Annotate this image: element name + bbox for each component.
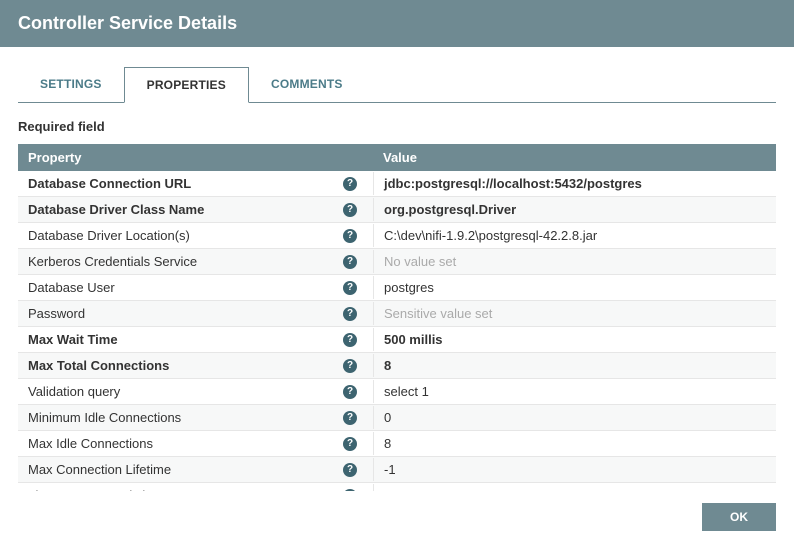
property-name: Password [28, 306, 85, 321]
table-row[interactable]: Database Driver Class Name?org.postgresq… [18, 197, 776, 223]
property-cell: Database Driver Location(s)? [18, 224, 373, 247]
property-cell: Password? [18, 302, 373, 325]
property-value[interactable]: postgres [373, 276, 776, 299]
property-value[interactable]: jdbc:postgresql://localhost:5432/postgre… [373, 172, 776, 195]
dialog-footer: OK [0, 491, 794, 543]
property-value[interactable]: select 1 [373, 380, 776, 403]
property-name: Database Connection URL [28, 176, 191, 191]
help-icon[interactable]: ? [343, 177, 357, 191]
property-value[interactable]: Sensitive value set [373, 302, 776, 325]
help-icon[interactable]: ? [343, 411, 357, 425]
help-icon[interactable]: ? [343, 255, 357, 269]
table-row[interactable]: Validation query?select 1 [18, 379, 776, 405]
required-field-label: Required field [18, 119, 776, 134]
property-cell: Database Connection URL? [18, 172, 373, 195]
property-value[interactable]: -1 [373, 484, 776, 491]
property-cell: Max Connection Lifetime? [18, 458, 373, 481]
property-cell: Max Total Connections? [18, 354, 373, 377]
table-row[interactable]: Minimum Idle Connections?0 [18, 405, 776, 431]
property-name: Max Connection Lifetime [28, 462, 171, 477]
table-row[interactable]: Max Total Connections?8 [18, 353, 776, 379]
property-name: Database Driver Class Name [28, 202, 204, 217]
property-value[interactable]: 0 [373, 406, 776, 429]
tab-comments[interactable]: COMMENTS [249, 67, 365, 102]
dialog-title: Controller Service Details [18, 13, 237, 34]
help-icon[interactable]: ? [343, 333, 357, 347]
header-property: Property [18, 144, 373, 171]
help-icon[interactable]: ? [343, 307, 357, 321]
property-value[interactable]: -1 [373, 458, 776, 481]
property-cell: Validation query? [18, 380, 373, 403]
table-row[interactable]: Time Between Eviction Runs?-1 [18, 483, 776, 491]
table-row[interactable]: Max Idle Connections?8 [18, 431, 776, 457]
property-name: Kerberos Credentials Service [28, 254, 197, 269]
property-value[interactable]: 500 millis [373, 328, 776, 351]
help-icon[interactable]: ? [343, 385, 357, 399]
property-cell: Max Idle Connections? [18, 432, 373, 455]
ok-button[interactable]: OK [702, 503, 776, 531]
property-name: Time Between Eviction Runs [28, 488, 194, 491]
help-icon[interactable]: ? [343, 437, 357, 451]
property-name: Max Wait Time [28, 332, 118, 347]
property-name: Validation query [28, 384, 120, 399]
property-name: Max Total Connections [28, 358, 169, 373]
property-name: Database User [28, 280, 115, 295]
property-name: Max Idle Connections [28, 436, 153, 451]
properties-table: Property Value Database Connection URL?j… [18, 144, 776, 491]
property-cell: Database User? [18, 276, 373, 299]
table-row[interactable]: Database User?postgres [18, 275, 776, 301]
table-row[interactable]: Max Connection Lifetime?-1 [18, 457, 776, 483]
help-icon[interactable]: ? [343, 203, 357, 217]
property-name: Database Driver Location(s) [28, 228, 190, 243]
tab-properties[interactable]: PROPERTIES [124, 67, 249, 103]
help-icon[interactable]: ? [343, 229, 357, 243]
table-row[interactable]: Kerberos Credentials Service?No value se… [18, 249, 776, 275]
table-row[interactable]: Database Driver Location(s)?C:\dev\nifi-… [18, 223, 776, 249]
help-icon[interactable]: ? [343, 281, 357, 295]
help-icon[interactable]: ? [343, 359, 357, 373]
property-cell: Minimum Idle Connections? [18, 406, 373, 429]
tab-settings[interactable]: SETTINGS [18, 67, 124, 102]
help-icon[interactable]: ? [343, 463, 357, 477]
property-value[interactable]: No value set [373, 250, 776, 273]
table-body[interactable]: Database Connection URL?jdbc:postgresql:… [18, 171, 776, 491]
property-name: Minimum Idle Connections [28, 410, 181, 425]
property-cell: Time Between Eviction Runs? [18, 484, 373, 491]
property-value[interactable]: org.postgresql.Driver [373, 198, 776, 221]
table-row[interactable]: Max Wait Time?500 millis [18, 327, 776, 353]
property-value[interactable]: C:\dev\nifi-1.9.2\postgresql-42.2.8.jar [373, 224, 776, 247]
table-row[interactable]: Password?Sensitive value set [18, 301, 776, 327]
property-cell: Database Driver Class Name? [18, 198, 373, 221]
dialog-content: SETTINGS PROPERTIES COMMENTS Required fi… [0, 47, 794, 491]
table-row[interactable]: Database Connection URL?jdbc:postgresql:… [18, 171, 776, 197]
dialog-header: Controller Service Details [0, 0, 794, 47]
help-icon[interactable]: ? [343, 489, 357, 492]
table-header: Property Value [18, 144, 776, 171]
property-value[interactable]: 8 [373, 432, 776, 455]
property-cell: Max Wait Time? [18, 328, 373, 351]
property-cell: Kerberos Credentials Service? [18, 250, 373, 273]
property-value[interactable]: 8 [373, 354, 776, 377]
header-value: Value [373, 144, 776, 171]
tabs: SETTINGS PROPERTIES COMMENTS [18, 67, 776, 103]
